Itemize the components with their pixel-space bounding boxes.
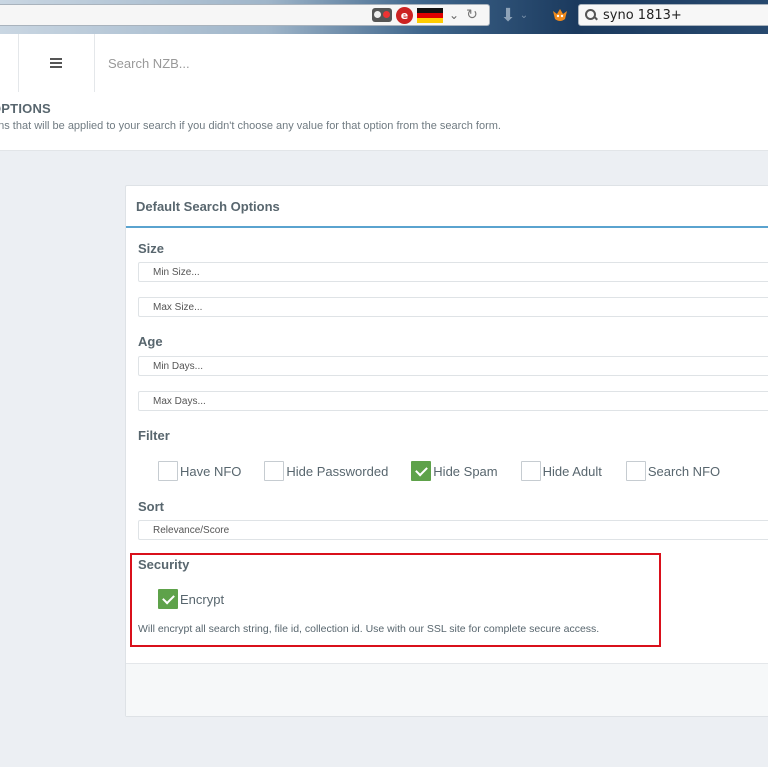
panel-title: Default Search Options bbox=[126, 186, 768, 228]
reload-icon[interactable]: ↻ bbox=[465, 7, 479, 23]
germany-flag-icon[interactable] bbox=[417, 7, 443, 23]
hide-adult-label: Hide Adult bbox=[542, 463, 602, 479]
age-label: Age bbox=[138, 334, 163, 349]
sort-label: Sort bbox=[138, 499, 164, 514]
browser-search-field[interactable]: syno 1813+ bbox=[578, 4, 768, 26]
panel-footer bbox=[126, 664, 768, 716]
hide-passworded-label: Hide Passworded bbox=[286, 463, 389, 479]
header-left-block bbox=[0, 34, 19, 92]
toolbar-dropdown-icon[interactable]: ⌄ bbox=[518, 6, 530, 24]
filter-have-nfo[interactable]: Have NFO bbox=[158, 461, 241, 481]
menu-toggle-button[interactable] bbox=[18, 34, 95, 92]
filter-label: Filter bbox=[138, 428, 170, 443]
max-size-input[interactable] bbox=[138, 297, 768, 317]
security-label: Security bbox=[138, 557, 190, 572]
encrypt-hint: Will encrypt all search string, file id,… bbox=[138, 623, 600, 635]
hide-adult-checkbox[interactable] bbox=[520, 461, 541, 481]
filter-options: Have NFO Hide Passworded Hide Spam Hide … bbox=[158, 459, 720, 483]
fox-icon[interactable] bbox=[550, 5, 570, 25]
filter-hide-spam[interactable]: Hide Spam bbox=[411, 461, 498, 481]
badge-icon[interactable]: e bbox=[396, 6, 413, 24]
search-nfo-checkbox[interactable] bbox=[625, 461, 646, 481]
browser-toolbar: e ⌄ ↻ ⬇ ⌄ syno 1813+ bbox=[0, 0, 768, 34]
page-title: OPTIONS bbox=[0, 101, 51, 116]
page-title-block: OPTIONS ons that will be applied to your… bbox=[0, 92, 768, 151]
encrypt-label: Encrypt bbox=[180, 591, 225, 607]
have-nfo-label: Have NFO bbox=[180, 463, 242, 479]
address-bar-icons: e ⌄ ↻ bbox=[372, 6, 479, 24]
search-nfo-label: Search NFO bbox=[647, 463, 721, 479]
browser-search-query: syno 1813+ bbox=[603, 7, 682, 23]
filter-hide-adult[interactable]: Hide Adult bbox=[520, 461, 602, 481]
filter-hide-passworded[interactable]: Hide Passworded bbox=[264, 461, 388, 481]
hide-passworded-checkbox[interactable] bbox=[264, 461, 285, 481]
hide-spam-label: Hide Spam bbox=[433, 463, 498, 479]
glasses-icon[interactable] bbox=[372, 8, 392, 22]
search-icon bbox=[585, 9, 597, 21]
app-header bbox=[0, 34, 768, 93]
max-days-input[interactable] bbox=[138, 391, 768, 411]
min-size-input[interactable] bbox=[138, 262, 768, 282]
sort-select-value: Relevance/Score bbox=[153, 524, 230, 536]
hide-spam-checkbox[interactable] bbox=[411, 461, 432, 481]
sort-select[interactable]: Relevance/Score bbox=[138, 520, 768, 540]
chevron-down-icon[interactable]: ⌄ bbox=[447, 8, 461, 22]
size-label: Size bbox=[138, 241, 165, 256]
page-subtitle: ons that will be applied to your search … bbox=[0, 120, 501, 132]
encrypt-option[interactable]: Encrypt bbox=[158, 589, 224, 609]
have-nfo-checkbox[interactable] bbox=[158, 461, 178, 481]
search-nzb-input[interactable] bbox=[108, 50, 748, 76]
hamburger-icon bbox=[50, 58, 62, 68]
encrypt-checkbox[interactable] bbox=[158, 589, 178, 609]
filter-search-nfo[interactable]: Search NFO bbox=[625, 461, 721, 481]
default-search-options-panel: Default Search Options Size Age Filter H… bbox=[125, 185, 768, 717]
download-arrow-icon[interactable]: ⬇ bbox=[498, 4, 518, 26]
min-days-input[interactable] bbox=[138, 356, 768, 376]
